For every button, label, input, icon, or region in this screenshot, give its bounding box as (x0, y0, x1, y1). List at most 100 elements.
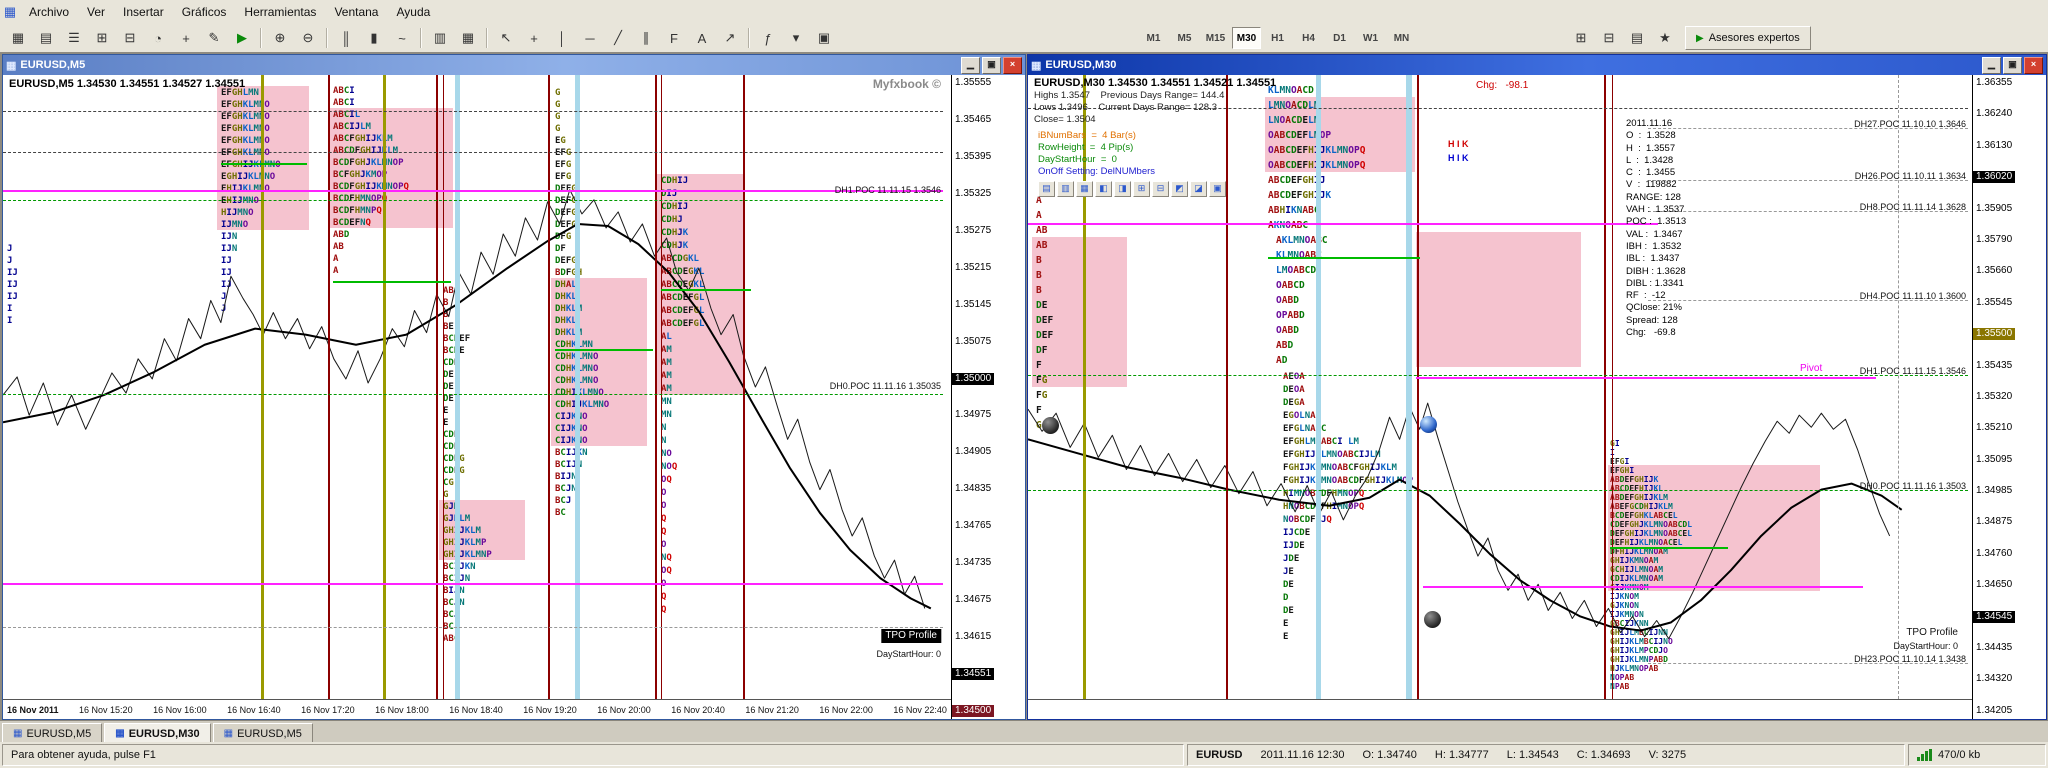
close-button[interactable]: × (2024, 57, 2043, 74)
stats-close: Close= 1.3504 (1034, 115, 1096, 126)
horizontal-line-icon[interactable]: ─ (577, 26, 603, 50)
toolbar-separator (420, 28, 422, 48)
dh26-label: DH26.POC 11.10.11 1.3634 (1855, 171, 1966, 181)
window-titlebar-m5[interactable]: ▦ EURUSD,M5 ▁ ▣ × (3, 55, 1025, 75)
new-chart-icon[interactable]: ▦ (5, 26, 31, 50)
price-label: 1.35660 (1973, 265, 2015, 277)
indicator-button[interactable]: ⊟ (1152, 181, 1169, 197)
bar-chart-icon[interactable]: ║ (333, 26, 359, 50)
tpo-profile-label: TPO Profile (1906, 627, 1958, 639)
strategy-tester-icon[interactable]: ◔ (145, 26, 171, 50)
menu-item-gráficos[interactable]: Gráficos (173, 1, 236, 24)
fibonacci-icon[interactable]: F (661, 26, 687, 50)
timeframe-h1[interactable]: H1 (1263, 27, 1292, 49)
indicator-button[interactable]: ◧ (1095, 181, 1112, 197)
indicator-button[interactable]: ▦ (1076, 181, 1093, 197)
chart-tab-bar: ▦EURUSD,M5▦EURUSD,M30▦EURUSD,M5 (0, 720, 2048, 744)
trendline-icon[interactable]: ╱ (605, 26, 631, 50)
close-button[interactable]: × (1003, 57, 1022, 74)
menu-item-insertar[interactable]: Insertar (114, 1, 173, 24)
timeframe-m30[interactable]: M30 (1232, 27, 1261, 49)
timeframe-d1[interactable]: D1 (1325, 27, 1354, 49)
restore-button[interactable]: ▣ (982, 57, 1001, 74)
timeframe-w1[interactable]: W1 (1356, 27, 1385, 49)
tile-windows-icon[interactable]: ▥ (427, 26, 453, 50)
chart-tab-1[interactable]: ▦EURUSD,M30 (104, 723, 210, 744)
price-axis-m30[interactable]: 1.363551.362401.361301.360201.359051.357… (1972, 75, 2046, 719)
experts-button[interactable]: ▶Asesores expertos (1685, 26, 1811, 50)
terminal-icon[interactable]: ⊟ (117, 26, 143, 50)
dh23-label: DH23.POC 11.10.14 1.3438 (1854, 654, 1966, 664)
chart-window-icon: ▦ (1031, 59, 1041, 72)
status-volume: V: 3275 (1649, 749, 1687, 761)
zoom-out-icon[interactable]: ⊖ (295, 26, 321, 50)
indicator-button[interactable]: ⊞ (1133, 181, 1150, 197)
price-label: 1.35555 (952, 77, 994, 89)
indicator-button[interactable]: ▣ (1209, 181, 1226, 197)
grid-icon[interactable]: ▦ (455, 26, 481, 50)
chart-plot-m5[interactable]: JJIJIJIJIIEFGHLMNEFGHKLMNOEFGHKLMNOEFGHK… (3, 75, 951, 699)
templates-icon[interactable]: ▣ (811, 26, 837, 50)
time-label: 16 Nov 18:40 (449, 705, 503, 715)
chart-tab-icon: ▦ (224, 728, 233, 739)
timeframe-m15[interactable]: M15 (1201, 27, 1230, 49)
price-label: 1.36240 (1973, 108, 2015, 120)
menu-item-ayuda[interactable]: Ayuda (387, 1, 439, 24)
indicator-button[interactable]: ▥ (1057, 181, 1074, 197)
vertical-line-icon[interactable]: │ (549, 26, 575, 50)
minimize-button[interactable]: ▁ (1982, 57, 2001, 74)
hik-blue: H I K (1448, 153, 1469, 163)
indicators-icon[interactable]: ƒ (755, 26, 781, 50)
chart-plot-m30[interactable]: AAABABBBBDEDEFDEFDFFFGFGFGKLMNOACDLMNOAC… (1028, 75, 1972, 699)
arrow-tool-icon[interactable]: ↗ (717, 26, 743, 50)
channel-icon[interactable]: ∥ (633, 26, 659, 50)
workspace: ▦ EURUSD,M5 ▁ ▣ × JJIJIJIJIIEFGHLMNEFGHK… (0, 52, 2048, 720)
indicator-button[interactable]: ◩ (1171, 181, 1188, 197)
annotations-layer: EURUSD,M5 1.34530 1.34551 1.34527 1.3455… (3, 75, 951, 699)
chart-tab-label: EURUSD,M5 (237, 728, 302, 740)
indicator-button[interactable]: ▤ (1038, 181, 1055, 197)
new-order-icon[interactable]: + (173, 26, 199, 50)
autotrading-icon[interactable]: ▶ (229, 26, 255, 50)
periods-menu-icon[interactable]: ▾ (783, 26, 809, 50)
text-tool-icon[interactable]: A (689, 26, 715, 50)
expert-favorites-icon[interactable]: ★ (1652, 26, 1678, 50)
window-titlebar-m30[interactable]: ▦ EURUSD,M30 ▁ ▣ × (1028, 55, 2046, 75)
chart-profiles-icon[interactable]: ▤ (33, 26, 59, 50)
timeframe-m5[interactable]: M5 (1170, 27, 1199, 49)
chart-tab-0[interactable]: ▦EURUSD,M5 (2, 723, 102, 744)
zoom-in-icon[interactable]: ⊕ (267, 26, 293, 50)
navigator-icon[interactable]: ⊞ (89, 26, 115, 50)
expert-remove-icon[interactable]: ⊟ (1596, 26, 1622, 50)
toolbar: ▦▤☰⊞⊟◔+✎▶⊕⊖║▮~▥▦↖+│─╱∥FA↗ƒ▾▣ M1M5M15M30H… (0, 24, 2048, 53)
candlestick-chart-icon[interactable]: ▮ (361, 26, 387, 50)
expert-properties-icon[interactable]: ▤ (1624, 26, 1650, 50)
price-label: 1.34985 (1973, 485, 2015, 497)
status-bar: Para obtener ayuda, pulse F1 EURUSD 2011… (0, 742, 2048, 768)
time-axis-m30[interactable] (1028, 699, 1972, 719)
minimize-button[interactable]: ▁ (961, 57, 980, 74)
metaeditor-icon[interactable]: ✎ (201, 26, 227, 50)
menu-item-ver[interactable]: Ver (78, 1, 114, 24)
menu-item-ventana[interactable]: Ventana (325, 1, 387, 24)
chart-body-m5: JJIJIJIJIIEFGHLMNEFGHKLMNOEFGHKLMNOEFGHK… (3, 75, 1025, 719)
price-label: 1.34551 (952, 668, 994, 680)
cursor-icon[interactable]: ↖ (493, 26, 519, 50)
restore-button[interactable]: ▣ (2003, 57, 2022, 74)
indicator-button[interactable]: ◪ (1190, 181, 1207, 197)
chart-tab-2[interactable]: ▦ EURUSD,M5 (213, 723, 313, 744)
poc-label-dh1: DH1.POC 11.11.15 1.3546 (835, 185, 941, 195)
line-chart-icon[interactable]: ~ (389, 26, 415, 50)
time-axis-m5[interactable]: 16 Nov 201116 Nov 15:2016 Nov 16:0016 No… (3, 699, 951, 719)
expert-add-icon[interactable]: ⊞ (1568, 26, 1594, 50)
indicator-button[interactable]: ◨ (1114, 181, 1131, 197)
menu-item-herramientas[interactable]: Herramientas (235, 1, 325, 24)
crosshair-icon[interactable]: + (521, 26, 547, 50)
price-label: 1.35275 (952, 225, 994, 237)
price-axis-m5[interactable]: 1.355551.354651.353951.353251.352751.352… (951, 75, 1025, 719)
timeframe-m1[interactable]: M1 (1139, 27, 1168, 49)
timeframe-mn[interactable]: MN (1387, 27, 1416, 49)
menu-item-archivo[interactable]: Archivo (20, 1, 78, 24)
timeframe-h4[interactable]: H4 (1294, 27, 1323, 49)
market-watch-icon[interactable]: ☰ (61, 26, 87, 50)
